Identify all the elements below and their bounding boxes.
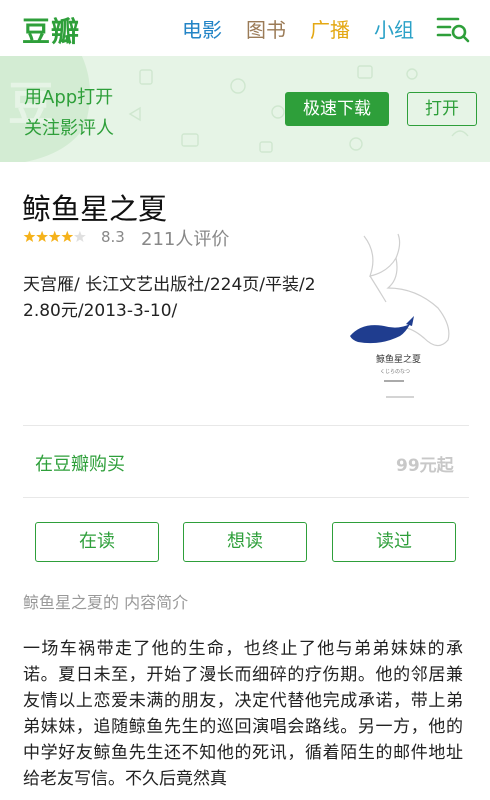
menu-search-icon[interactable]: [436, 14, 470, 44]
nav-radio[interactable]: 广播: [310, 14, 350, 43]
banner-follow-critics: 关注影评人: [24, 118, 114, 139]
rating-score: 8.3: [101, 228, 125, 246]
rating-stars-icon: [23, 230, 86, 243]
douban-logo[interactable]: 豆瓣: [22, 10, 80, 50]
book-cover[interactable]: 鲸鱼星之夏 くじらのなつ: [340, 232, 458, 408]
want-to-read-button[interactable]: 想读: [183, 522, 307, 562]
divider: [23, 497, 469, 498]
app-banner: 豆 用App打开 关注影评人 极速下载 打开: [0, 56, 490, 162]
star-icon: [23, 230, 36, 243]
rating-count[interactable]: 211人评价: [141, 225, 229, 251]
top-bar: 豆瓣 电影 图书 广播 小组: [0, 0, 490, 56]
fast-download-button[interactable]: 极速下载: [285, 92, 389, 126]
intro-text: 一场车祸带走了他的生命，也终止了他与弟弟妹妹的承诺。夏日未至，开始了漫长而细碎的…: [23, 639, 463, 789]
star-icon: [61, 230, 74, 243]
reading-button[interactable]: 在读: [35, 522, 159, 562]
divider: [23, 425, 469, 426]
banner-open-with-app: 用App打开: [24, 87, 114, 108]
buy-on-douban-link[interactable]: 在豆瓣购买: [35, 450, 125, 476]
star-icon: [48, 230, 61, 243]
book-title: 鲸鱼星之夏: [22, 192, 168, 226]
nav-book[interactable]: 图书: [246, 14, 286, 43]
cover-title: 鲸鱼星之夏: [376, 353, 421, 365]
nav-group[interactable]: 小组: [374, 14, 414, 43]
book-meta: 天宫雁/ 长江文艺出版社/224页/平装/22.80元/2013-3-10/: [23, 275, 316, 321]
open-app-button[interactable]: 打开: [407, 92, 477, 126]
buy-price[interactable]: 99元起: [396, 451, 454, 476]
have-read-button[interactable]: 读过: [332, 522, 456, 562]
star-icon: [36, 230, 48, 243]
intro-heading: 鲸鱼星之夏的 内容简介: [23, 593, 189, 612]
nav-movie[interactable]: 电影: [182, 14, 222, 43]
star-icon: [74, 230, 86, 243]
cover-subtitle: くじらのなつ: [380, 368, 410, 375]
